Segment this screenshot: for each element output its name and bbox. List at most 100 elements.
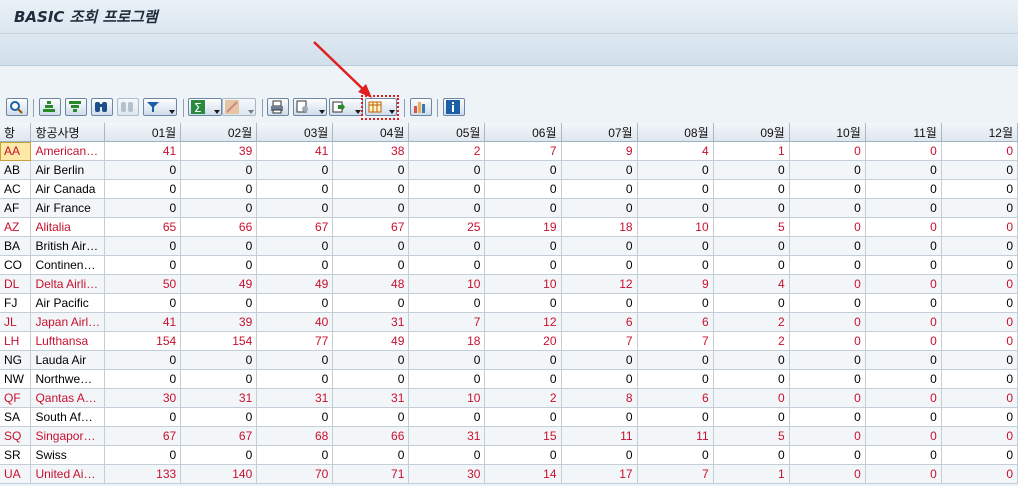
month-value-cell[interactable]: 0 bbox=[865, 274, 942, 294]
month-value-cell[interactable]: 70 bbox=[256, 464, 334, 484]
month-value-cell[interactable]: 0 bbox=[713, 255, 790, 275]
graphic-button[interactable] bbox=[410, 98, 432, 116]
month-value-cell[interactable]: 66 bbox=[180, 217, 258, 237]
month-value-cell[interactable]: 0 bbox=[941, 236, 1018, 256]
month-value-cell[interactable]: 0 bbox=[865, 369, 942, 389]
month-value-cell[interactable]: 7 bbox=[561, 331, 638, 351]
month-value-cell[interactable]: 0 bbox=[561, 236, 638, 256]
table-row[interactable]: DL Delta Airli… 50 49 49 48 10 10 12 9 4 0 0 0 bbox=[0, 274, 1018, 294]
find-button[interactable] bbox=[91, 98, 113, 116]
airline-name-cell[interactable]: Air Pacific bbox=[30, 293, 106, 313]
month-value-cell[interactable]: 0 bbox=[484, 445, 562, 465]
month-value-cell[interactable]: 0 bbox=[941, 445, 1018, 465]
airline-name-cell[interactable]: Qantas A… bbox=[30, 388, 106, 408]
column-header[interactable]: 03월 bbox=[256, 123, 334, 142]
airline-name-cell[interactable]: Air France bbox=[30, 198, 106, 218]
airline-name-cell[interactable]: United Ai… bbox=[30, 464, 106, 484]
month-value-cell[interactable]: 0 bbox=[332, 293, 410, 313]
month-value-cell[interactable]: 0 bbox=[180, 236, 258, 256]
month-value-cell[interactable]: 0 bbox=[180, 369, 258, 389]
month-value-cell[interactable]: 0 bbox=[332, 350, 410, 370]
month-value-cell[interactable]: 7 bbox=[408, 312, 486, 332]
month-value-cell[interactable]: 0 bbox=[104, 293, 182, 313]
month-value-cell[interactable]: 0 bbox=[941, 312, 1018, 332]
month-value-cell[interactable]: 0 bbox=[408, 350, 486, 370]
month-value-cell[interactable]: 40 bbox=[256, 312, 334, 332]
month-value-cell[interactable]: 0 bbox=[789, 350, 866, 370]
month-value-cell[interactable]: 8 bbox=[561, 388, 638, 408]
month-value-cell[interactable]: 11 bbox=[561, 426, 638, 446]
month-value-cell[interactable]: 41 bbox=[256, 141, 334, 161]
month-value-cell[interactable]: 31 bbox=[332, 312, 410, 332]
month-value-cell[interactable]: 0 bbox=[713, 445, 790, 465]
month-value-cell[interactable]: 0 bbox=[789, 179, 866, 199]
month-value-cell[interactable]: 0 bbox=[561, 445, 638, 465]
month-value-cell[interactable]: 0 bbox=[865, 388, 942, 408]
month-value-cell[interactable]: 0 bbox=[561, 293, 638, 313]
month-value-cell[interactable]: 18 bbox=[561, 217, 638, 237]
month-value-cell[interactable]: 31 bbox=[256, 388, 334, 408]
month-value-cell[interactable]: 68 bbox=[256, 426, 334, 446]
month-value-cell[interactable]: 1 bbox=[713, 141, 790, 161]
month-value-cell[interactable]: 0 bbox=[332, 369, 410, 389]
airline-code-cell[interactable]: AB bbox=[0, 160, 32, 180]
month-value-cell[interactable]: 0 bbox=[865, 179, 942, 199]
month-value-cell[interactable]: 0 bbox=[484, 369, 562, 389]
month-value-cell[interactable]: 0 bbox=[941, 255, 1018, 275]
month-value-cell[interactable]: 0 bbox=[789, 445, 866, 465]
month-value-cell[interactable]: 0 bbox=[104, 350, 182, 370]
month-value-cell[interactable]: 0 bbox=[789, 274, 866, 294]
column-header[interactable]: 08월 bbox=[637, 123, 714, 142]
month-value-cell[interactable]: 5 bbox=[713, 217, 790, 237]
month-value-cell[interactable]: 0 bbox=[180, 255, 258, 275]
airline-code-cell[interactable]: SQ bbox=[0, 426, 32, 446]
sum-button[interactable]: Σ bbox=[188, 98, 222, 116]
month-value-cell[interactable]: 0 bbox=[408, 179, 486, 199]
filter-button[interactable] bbox=[143, 98, 177, 116]
month-value-cell[interactable]: 0 bbox=[332, 407, 410, 427]
table-row[interactable]: NG Lauda Air 0 0 0 0 0 0 0 0 0 0 0 0 bbox=[0, 350, 1018, 370]
airline-code-cell[interactable]: SR bbox=[0, 445, 32, 465]
month-value-cell[interactable]: 0 bbox=[561, 255, 638, 275]
month-value-cell[interactable]: 12 bbox=[484, 312, 562, 332]
month-value-cell[interactable]: 0 bbox=[637, 179, 714, 199]
month-value-cell[interactable]: 38 bbox=[332, 141, 410, 161]
month-value-cell[interactable]: 0 bbox=[865, 293, 942, 313]
month-value-cell[interactable]: 0 bbox=[865, 217, 942, 237]
column-header[interactable]: 09월 bbox=[713, 123, 790, 142]
sort-ascending-button[interactable] bbox=[39, 98, 61, 116]
month-value-cell[interactable]: 31 bbox=[332, 388, 410, 408]
month-value-cell[interactable]: 0 bbox=[941, 350, 1018, 370]
month-value-cell[interactable]: 5 bbox=[713, 426, 790, 446]
month-value-cell[interactable]: 49 bbox=[332, 331, 410, 351]
month-value-cell[interactable]: 12 bbox=[561, 274, 638, 294]
month-value-cell[interactable]: 0 bbox=[180, 160, 258, 180]
month-value-cell[interactable]: 0 bbox=[484, 179, 562, 199]
column-header[interactable]: 02월 bbox=[180, 123, 258, 142]
month-value-cell[interactable]: 0 bbox=[180, 350, 258, 370]
airline-name-cell[interactable]: Swiss bbox=[30, 445, 106, 465]
month-value-cell[interactable]: 6 bbox=[561, 312, 638, 332]
month-value-cell[interactable]: 0 bbox=[256, 236, 334, 256]
table-row[interactable]: AZ Alitalia 65 66 67 67 25 19 18 10 5 0 0 0 bbox=[0, 217, 1018, 237]
airline-code-cell[interactable]: CO bbox=[0, 255, 32, 275]
month-value-cell[interactable]: 0 bbox=[637, 350, 714, 370]
month-value-cell[interactable]: 0 bbox=[332, 198, 410, 218]
column-header[interactable]: 10월 bbox=[789, 123, 866, 142]
month-value-cell[interactable]: 0 bbox=[941, 331, 1018, 351]
month-value-cell[interactable]: 0 bbox=[865, 255, 942, 275]
column-header[interactable]: 06월 bbox=[484, 123, 562, 142]
month-value-cell[interactable]: 0 bbox=[256, 407, 334, 427]
month-value-cell[interactable]: 0 bbox=[865, 407, 942, 427]
month-value-cell[interactable]: 67 bbox=[180, 426, 258, 446]
month-value-cell[interactable]: 7 bbox=[484, 141, 562, 161]
month-value-cell[interactable]: 49 bbox=[256, 274, 334, 294]
month-value-cell[interactable]: 4 bbox=[637, 141, 714, 161]
airline-name-cell[interactable]: British Air… bbox=[30, 236, 106, 256]
table-row[interactable]: AC Air Canada 0 0 0 0 0 0 0 0 0 0 0 0 bbox=[0, 179, 1018, 199]
month-value-cell[interactable]: 9 bbox=[637, 274, 714, 294]
month-value-cell[interactable]: 0 bbox=[484, 160, 562, 180]
month-value-cell[interactable]: 0 bbox=[104, 369, 182, 389]
month-value-cell[interactable]: 0 bbox=[561, 369, 638, 389]
month-value-cell[interactable]: 0 bbox=[256, 179, 334, 199]
